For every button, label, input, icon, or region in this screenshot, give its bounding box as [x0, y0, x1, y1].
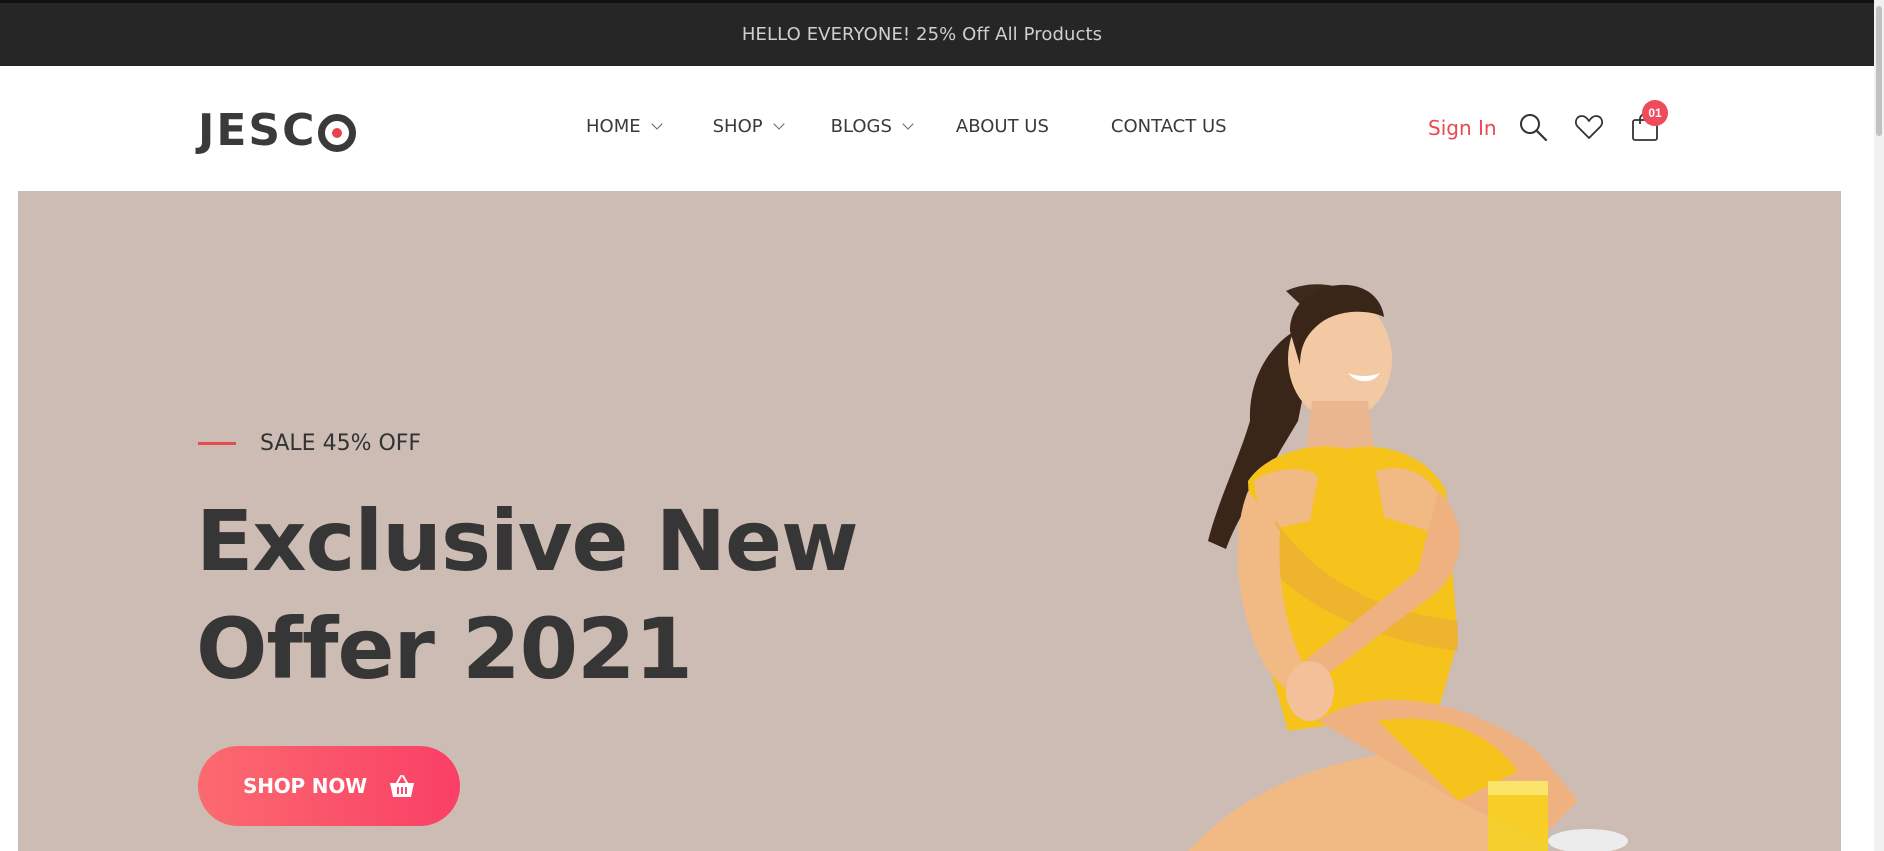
headline-line-2: Offer 2021 — [196, 600, 693, 698]
nav-item-label: CONTACT US — [1110, 116, 1227, 137]
announcement-text: HELLO EVERYONE! 25% Off All Products — [741, 24, 1103, 45]
logo-text: JESC — [198, 104, 317, 156]
nav-item-label: SHOP — [712, 116, 763, 137]
headline-line-1: Exclusive New — [196, 492, 859, 590]
hero-model-image — [1188, 284, 1628, 851]
cart-count-badge: 01 — [1642, 100, 1668, 126]
nav-item-label: BLOGS — [830, 116, 892, 137]
logo-target-icon — [318, 114, 357, 152]
nav-item-blogs[interactable]: BLOGS — [830, 116, 914, 137]
hero-banner: SALE 45% OFF Exclusive New Offer 2021 SH… — [18, 191, 1841, 851]
sale-tagline: SALE 45% OFF — [198, 431, 421, 456]
main-nav: HOME SHOP BLOGS ABOUT US CONTACT US — [586, 116, 1227, 137]
basket-icon — [389, 775, 414, 797]
sign-in-link[interactable]: Sign In — [1428, 116, 1497, 140]
nav-item-label: HOME — [586, 116, 641, 137]
site-header: JESC HOME SHOP BLOGS ABOUT US CONTACT US… — [0, 66, 1884, 191]
shop-now-label: SHOP NOW — [243, 774, 367, 798]
nav-item-home[interactable]: HOME — [586, 116, 663, 137]
shop-now-button[interactable]: SHOP NOW — [198, 746, 460, 826]
chevron-down-icon — [772, 117, 785, 130]
nav-item-label: ABOUT US — [955, 116, 1049, 137]
nav-item-shop[interactable]: SHOP — [712, 116, 785, 137]
hero-headline: Exclusive New Offer 2021 — [196, 487, 859, 703]
tagline-accent-line — [198, 442, 236, 445]
scrollbar-thumb[interactable] — [1876, 6, 1882, 136]
nav-item-contact-us[interactable]: CONTACT US — [1111, 116, 1227, 137]
chevron-down-icon — [902, 117, 914, 130]
sale-text: SALE 45% OFF — [260, 431, 422, 456]
heart-icon[interactable] — [1574, 112, 1604, 142]
chevron-down-icon — [650, 117, 663, 130]
announcement-bar: HELLO EVERYONE! 25% Off All Products — [0, 0, 1884, 66]
nav-item-about-us[interactable]: ABOUT US — [956, 116, 1049, 137]
search-icon[interactable] — [1518, 112, 1548, 142]
logo[interactable]: JESC — [198, 104, 357, 156]
page-scrollbar[interactable] — [1874, 0, 1884, 851]
